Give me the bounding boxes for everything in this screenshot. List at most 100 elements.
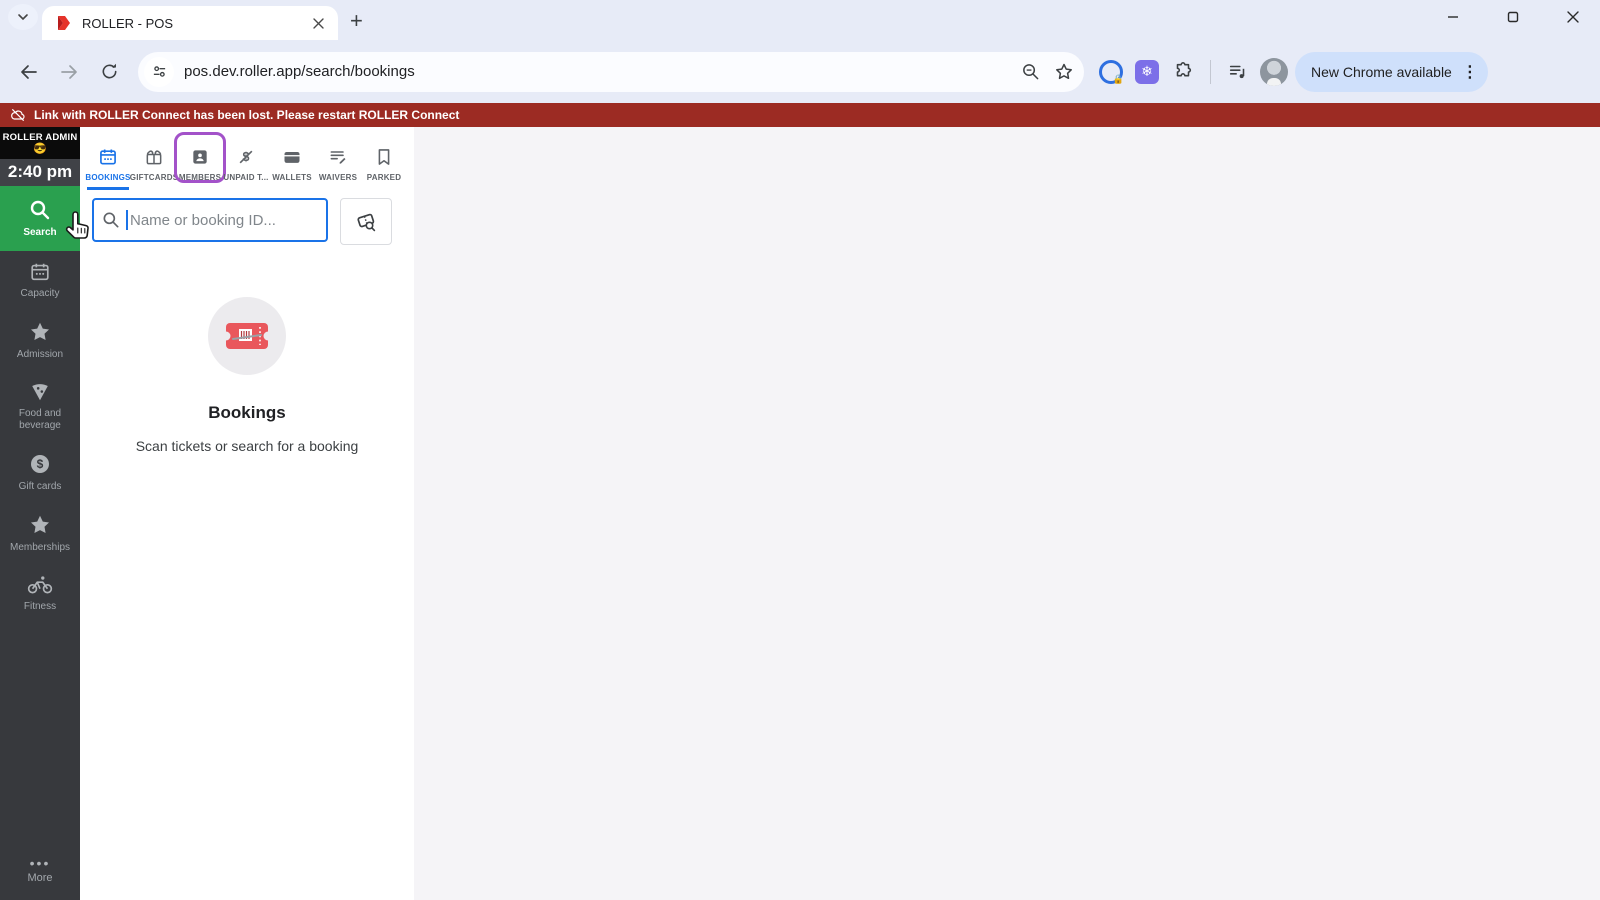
sidebar-item-admission[interactable]: Admission (0, 310, 80, 371)
scan-ticket-button[interactable] (340, 198, 392, 245)
search-icon (103, 212, 119, 228)
pos-tab-bar: BOOKINGS GIFTCARDS MEMBERS $ UNPAID T...… (80, 127, 414, 190)
sidebar-item-label: Admission (16, 349, 64, 360)
browser-toolbar: pos.dev.roller.app/search/bookings ❄ New… (0, 40, 1600, 103)
tab-label: UNPAID T... (223, 173, 269, 182)
tab-giftcards[interactable]: GIFTCARDS (129, 127, 179, 190)
ticket-search-icon (357, 213, 376, 231)
sidebar-item-label: Fitness (23, 601, 57, 612)
forward-arrow-icon (61, 64, 77, 79)
svg-text:$: $ (37, 457, 44, 471)
sidebar-item-label: Gift cards (18, 481, 62, 492)
tab-label: GIFTCARDS (129, 173, 179, 182)
wallet-icon (284, 152, 300, 163)
sidebar-item-label: Capacity (20, 288, 60, 299)
sidebar-item-label: Food and beverage (18, 408, 62, 431)
sidebar-item-label: More (27, 872, 53, 884)
sidebar-item-search[interactable]: Search (0, 186, 80, 251)
zoom-icon[interactable] (1021, 62, 1040, 81)
sidebar-item-food-beverage[interactable]: Food and beverage (0, 371, 80, 442)
roller-favicon (58, 16, 70, 30)
content-canvas (414, 127, 1600, 900)
tab-label: PARKED (366, 173, 402, 182)
maximize-button[interactable] (1500, 6, 1526, 32)
brand-emoji: 😎 (33, 143, 47, 155)
bookings-empty-state: Bookings Scan tickets or search for a bo… (80, 297, 414, 454)
minimize-button[interactable] (1440, 6, 1466, 32)
member-badge-icon (193, 150, 207, 164)
search-panel: BOOKINGS GIFTCARDS MEMBERS $ UNPAID T...… (80, 127, 414, 900)
cloud-off-icon (11, 109, 25, 121)
browser-menu-icon[interactable]: ⋮ (1462, 62, 1478, 82)
brand-name: ROLLER ADMIN (2, 132, 78, 143)
address-bar[interactable]: pos.dev.roller.app/search/bookings (138, 51, 1084, 92)
banner-message: Link with ROLLER Connect has been lost. … (34, 108, 460, 122)
venue-brand: ROLLER ADMIN 😎 (0, 127, 80, 159)
tab-label: MEMBERS (178, 173, 222, 182)
pizza-icon (32, 384, 48, 401)
calendar-icon (31, 263, 49, 281)
toolbar-divider (1210, 59, 1211, 84)
bookmark-star-icon[interactable] (1054, 62, 1074, 82)
site-settings-icon[interactable] (144, 56, 174, 87)
calendar-icon (100, 149, 116, 165)
ticket-circle (208, 297, 286, 375)
sidebar-nav: Search Capacity Admission Food and bever… (0, 186, 80, 846)
tab-waivers[interactable]: WAIVERS (315, 127, 361, 190)
tab-parked[interactable]: PARKED (361, 127, 407, 190)
tab-label: BOOKINGS (85, 173, 131, 182)
search-row (80, 190, 414, 245)
new-tab-button[interactable]: + (350, 10, 363, 32)
empty-state-title: Bookings (208, 403, 286, 422)
url-text[interactable]: pos.dev.roller.app/search/bookings (184, 63, 1011, 80)
browser-tab[interactable]: ROLLER - POS (42, 6, 338, 40)
chrome-update-button[interactable]: New Chrome available ⋮ (1295, 51, 1488, 92)
window-controls (1440, 6, 1586, 32)
star-icon (31, 322, 49, 340)
sidebar-item-fitness[interactable]: Fitness (0, 564, 80, 623)
snowflake-extension-icon[interactable]: ❄ (1132, 57, 1162, 87)
back-button[interactable] (12, 55, 46, 89)
sidebar-item-gift-cards[interactable]: $ Gift cards (0, 442, 80, 503)
ticket-icon (224, 323, 270, 349)
star-icon (31, 515, 49, 533)
forward-button[interactable] (52, 55, 86, 89)
sidebar-item-capacity[interactable]: Capacity (0, 251, 80, 310)
text-caret (126, 210, 128, 230)
clock: 2:40 pm (0, 159, 80, 186)
tab-unpaid[interactable]: $ UNPAID T... (223, 127, 269, 190)
back-arrow-icon (21, 64, 37, 79)
extensions-puzzle-icon[interactable] (1168, 57, 1198, 87)
search-icon (30, 200, 50, 220)
browser-titlebar: ROLLER - POS + (0, 0, 1600, 40)
empty-state-subtitle: Scan tickets or search for a booking (135, 438, 359, 454)
signature-icon (330, 151, 346, 164)
connect-lost-banner: Link with ROLLER Connect has been lost. … (0, 103, 1600, 127)
tab-wallets[interactable]: WALLETS (269, 127, 315, 190)
sidebar-item-label: Memberships (9, 542, 71, 553)
sidebar-item-label: Search (23, 227, 57, 238)
sidebar-item-memberships[interactable]: Memberships (0, 503, 80, 564)
money-off-icon: $ (239, 150, 253, 164)
reload-button[interactable] (92, 55, 126, 89)
media-playlist-icon[interactable] (1223, 57, 1253, 87)
bookmark-icon (378, 149, 390, 165)
tab-title: ROLLER - POS (82, 15, 174, 31)
booking-search-field (92, 198, 328, 242)
tab-search-button[interactable] (8, 4, 38, 30)
pos-sidebar: ROLLER ADMIN 😎 2:40 pm Search Capacity A… (0, 127, 80, 900)
close-window-button[interactable] (1560, 6, 1586, 32)
tab-bookings[interactable]: BOOKINGS (85, 127, 131, 190)
dollar-circle-icon: $ (31, 455, 49, 473)
tab-members[interactable]: MEMBERS (174, 127, 226, 190)
tab-close-icon[interactable] (308, 13, 328, 33)
tab-label: WAIVERS (318, 173, 358, 182)
sidebar-item-more[interactable]: ••• More (0, 846, 80, 900)
bicycle-icon (27, 576, 53, 594)
gift-icon (146, 150, 162, 165)
password-manager-extension-icon[interactable] (1096, 57, 1126, 87)
profile-avatar[interactable] (1259, 57, 1289, 87)
chevron-down-icon (18, 14, 28, 21)
more-icon: ••• (29, 855, 51, 871)
pos-app: ROLLER ADMIN 😎 2:40 pm Search Capacity A… (0, 127, 1600, 900)
